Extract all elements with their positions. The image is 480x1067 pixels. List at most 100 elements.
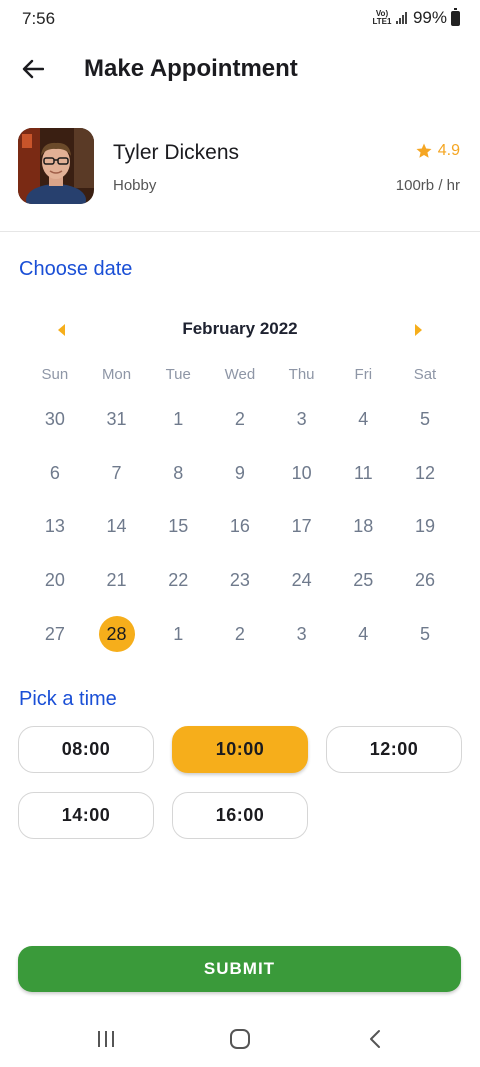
calendar-day[interactable]: 8 [147, 447, 209, 501]
calendar-day-number: 19 [414, 516, 435, 537]
calendar-day-number: 2 [234, 623, 245, 644]
volte-icon: Vo) LTE1 [372, 9, 392, 26]
calendar-day-number: 11 [353, 462, 373, 483]
system-back-button[interactable] [355, 1024, 395, 1054]
weekday-label: Tue [165, 366, 191, 383]
weekday-header: Sun Mon Tue Wed Thu Fri Sat [24, 366, 456, 383]
time-slot-selected[interactable]: 10:00 [172, 726, 308, 773]
calendar-day[interactable]: 24 [271, 554, 333, 608]
calendar-day-number: 4 [358, 623, 369, 644]
calendar-day[interactable]: 10 [271, 447, 333, 501]
caret-right-icon [415, 324, 422, 336]
calendar-day[interactable]: 26 [394, 554, 456, 608]
calendar-day-number: 5 [419, 623, 430, 644]
calendar-days: 30 31 1 2 3 4 5 6 7 8 9 10 11 12 13 14 15 16 17 18 19 20 21 22 2… [24, 393, 456, 661]
calendar-day[interactable]: 12 [394, 447, 456, 501]
signal-icon [395, 12, 407, 24]
calendar-day-number: 21 [106, 570, 127, 591]
calendar-day-number: 3 [296, 409, 307, 430]
calendar-day-number: 26 [414, 570, 435, 591]
divider [0, 231, 480, 232]
calendar-day-number: 13 [44, 516, 65, 537]
calendar-day[interactable]: 4 [332, 607, 394, 661]
calendar-day[interactable]: 30 [24, 393, 86, 447]
weekday-label: Sun [41, 366, 69, 383]
calendar-day-number: 17 [291, 516, 312, 537]
calendar-day-number: 14 [106, 516, 127, 537]
calendar-day[interactable]: 3 [271, 393, 333, 447]
calendar-day[interactable]: 13 [24, 500, 86, 554]
calendar-day-number: 18 [353, 516, 374, 537]
calendar-day[interactable]: 20 [24, 554, 86, 608]
star-icon [416, 143, 432, 158]
calendar-day-number: 28 [98, 616, 135, 653]
weekday-label: Fri [354, 366, 373, 383]
calendar-day[interactable]: 3 [271, 607, 333, 661]
recent-apps-button[interactable] [86, 1024, 126, 1054]
calendar-day-number: 25 [353, 570, 374, 591]
next-month-button[interactable] [408, 320, 428, 340]
calendar-day[interactable]: 21 [86, 554, 148, 608]
system-nav-bar [0, 1010, 480, 1067]
calendar-day[interactable]: 18 [332, 500, 394, 554]
calendar-day-number: 20 [44, 570, 65, 591]
weekday-label: Sat [413, 366, 437, 383]
calendar-day-number: 9 [234, 462, 245, 483]
calendar-day[interactable]: 1 [147, 607, 209, 661]
calendar-day-number: 1 [173, 409, 184, 430]
rating: 4.9 [415, 142, 460, 160]
time-slot[interactable]: 14:00 [18, 792, 154, 839]
time-slot[interactable]: 12:00 [326, 726, 462, 773]
calendar-day[interactable]: 7 [86, 447, 148, 501]
calendar-day-number: 15 [168, 516, 189, 537]
calendar-day[interactable]: 23 [209, 554, 271, 608]
calendar-day[interactable]: 1 [147, 393, 209, 447]
home-button[interactable] [220, 1024, 260, 1054]
calendar-day[interactable]: 25 [332, 554, 394, 608]
calendar-day[interactable]: 5 [394, 607, 456, 661]
home-icon [230, 1029, 250, 1049]
calendar-day[interactable]: 27 [24, 607, 86, 661]
weekday-label: Wed [224, 366, 256, 383]
calendar-day-selected[interactable]: 28 [86, 607, 148, 661]
back-button[interactable] [16, 52, 50, 86]
calendar-day-number: 8 [173, 462, 184, 483]
arrow-left-icon [22, 59, 44, 79]
calendar-day-number: 5 [419, 409, 430, 430]
pick-time-label: Pick a time [19, 688, 117, 710]
status-time: 7:56 [22, 9, 56, 28]
battery-icon [451, 7, 460, 26]
calendar-day-number: 31 [106, 409, 127, 430]
calendar-day-number: 23 [229, 570, 250, 591]
calendar-day[interactable]: 4 [332, 393, 394, 447]
time-slot[interactable]: 08:00 [18, 726, 154, 773]
submit-button[interactable]: SUBMIT [18, 946, 461, 992]
calendar-day[interactable]: 22 [147, 554, 209, 608]
page-title: Make Appointment [84, 55, 298, 82]
calendar-day[interactable]: 19 [394, 500, 456, 554]
status-icons: Vo) LTE1 99% [372, 7, 460, 28]
calendar-day-number: 4 [358, 409, 369, 430]
calendar-header: February 2022 [0, 312, 480, 346]
chevron-left-icon [370, 1030, 380, 1048]
calendar-day[interactable]: 17 [271, 500, 333, 554]
battery-percent: 99% [412, 8, 447, 27]
avatar [18, 128, 94, 204]
calendar-day[interactable]: 2 [209, 607, 271, 661]
provider-category: Hobby [113, 177, 157, 194]
calendar-day[interactable]: 9 [209, 447, 271, 501]
status-bar: 7:56 Vo) LTE1 99% [0, 0, 480, 38]
calendar-day[interactable]: 6 [24, 447, 86, 501]
calendar-day[interactable]: 31 [86, 393, 148, 447]
calendar-day[interactable]: 16 [209, 500, 271, 554]
weekday-label: Thu [288, 366, 315, 383]
calendar-day[interactable]: 15 [147, 500, 209, 554]
calendar-day[interactable]: 5 [394, 393, 456, 447]
recent-apps-icon [98, 1031, 114, 1047]
calendar-day-number: 3 [296, 623, 307, 644]
calendar-day[interactable]: 2 [209, 393, 271, 447]
calendar-day[interactable]: 14 [86, 500, 148, 554]
time-slot[interactable]: 16:00 [172, 792, 308, 839]
rating-value: 4.9 [437, 142, 460, 159]
calendar-day[interactable]: 11 [332, 447, 394, 501]
